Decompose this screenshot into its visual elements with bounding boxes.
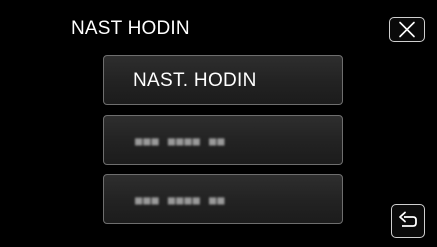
menu-item-blurred-2[interactable]: ■■■ ■■■■ ■■ [103, 174, 343, 224]
back-button[interactable] [391, 204, 425, 238]
clock-settings-screen: NAST HODIN NAST. HODIN ■■■ ■■■■ ■■ ■■■ ■… [0, 0, 437, 247]
menu-item-set-clock[interactable]: NAST. HODIN [103, 55, 343, 105]
return-arrow-icon [399, 211, 417, 227]
menu-item-label-blurred: ■■■ ■■■■ ■■ [135, 134, 226, 148]
menu-item-label: NAST. HODIN [133, 70, 257, 91]
menu-item-label-blurred: ■■■ ■■■■ ■■ [135, 193, 226, 207]
page-title: NAST HODIN [71, 18, 190, 39]
close-icon [399, 21, 415, 38]
menu-item-blurred-1[interactable]: ■■■ ■■■■ ■■ [103, 115, 343, 165]
close-button[interactable] [389, 17, 425, 42]
